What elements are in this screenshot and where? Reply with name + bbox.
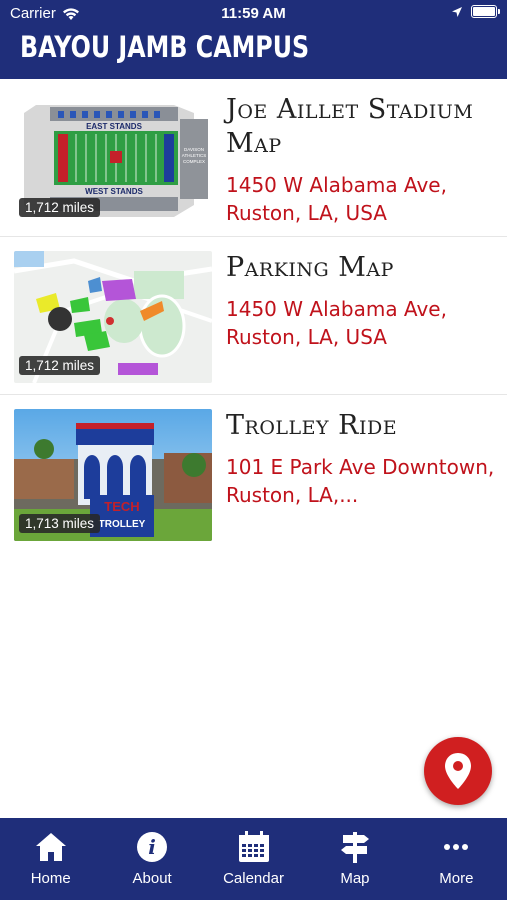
complex-label-2: ATHLETICS <box>182 153 206 158</box>
tab-map[interactable]: Map <box>304 818 405 900</box>
svg-text:i: i <box>148 835 156 859</box>
list-item[interactable]: EAST STANDS WEST STANDS DAVISON ATHLETIC… <box>0 79 507 237</box>
status-time: 11:59 AM <box>221 5 286 22</box>
item-title: Joe Aillet Stadium Map <box>226 94 474 159</box>
item-address: 101 E Park Ave Downtown, Ruston, LA,... <box>226 453 496 509</box>
tab-label: About <box>132 870 172 887</box>
info-icon: i <box>137 832 168 862</box>
tab-bar: Home i About Calendar Map More <box>0 818 507 900</box>
item-address: 1450 W Alabama Ave, Ruston, LA, USA <box>226 173 447 225</box>
parking-map-thumbnail: 1,712 miles <box>14 251 212 383</box>
tab-about[interactable]: i About <box>101 818 202 900</box>
map-location-button[interactable] <box>424 737 492 805</box>
complex-label-1: DAVISON <box>184 147 204 152</box>
more-icon <box>444 844 469 850</box>
signpost-icon <box>340 832 369 863</box>
calendar-icon <box>238 831 269 862</box>
home-icon <box>35 833 66 861</box>
trolley-sign-trolley: TROLLEY <box>99 519 146 530</box>
tab-label: Calendar <box>223 870 284 887</box>
tab-label: More <box>439 870 474 887</box>
trolley-photo-thumbnail: TECH TROLLEY 1,713 miles <box>14 409 212 541</box>
distance-badge: 1,712 miles <box>19 198 101 217</box>
app-header: Carrier 11:59 AM BAYOU JAMB CAMPUS <box>0 0 507 79</box>
list-item[interactable]: 1,712 miles Parking Map 1450 W Alabama A… <box>0 237 507 395</box>
battery-icon <box>471 5 500 18</box>
west-stands-label: WEST STANDS <box>85 187 143 196</box>
tab-home[interactable]: Home <box>0 818 101 900</box>
location-list: EAST STANDS WEST STANDS DAVISON ATHLETIC… <box>0 79 507 553</box>
map-pin-icon <box>445 753 471 789</box>
tab-calendar[interactable]: Calendar <box>203 818 304 900</box>
item-address-line: 101 E Park Ave Downtown, Ruston, LA,... <box>226 455 495 507</box>
distance-badge: 1,713 miles <box>19 514 101 533</box>
tab-label: Map <box>340 870 370 887</box>
stadium-map-thumbnail: EAST STANDS WEST STANDS DAVISON ATHLETIC… <box>14 93 212 225</box>
tab-more[interactable]: More <box>406 818 507 900</box>
east-stands-label: EAST STANDS <box>86 122 143 131</box>
distance-badge: 1,712 miles <box>19 356 101 375</box>
page-title: BAYOU JAMB CAMPUS <box>20 30 310 64</box>
location-arrow-icon <box>452 6 462 17</box>
list-item[interactable]: TECH TROLLEY 1,713 miles Trolley Ride 10… <box>0 395 507 553</box>
item-title: Trolley Ride <box>226 410 398 441</box>
item-title: Parking Map <box>226 252 394 283</box>
complex-label-3: COMPLEX <box>183 159 205 164</box>
status-bar: Carrier 11:59 AM <box>0 0 507 28</box>
trolley-sign-tech: TECH <box>104 499 139 514</box>
tab-label: Home <box>30 870 71 887</box>
item-address: 1450 W Alabama Ave, Ruston, LA, USA <box>226 297 447 349</box>
